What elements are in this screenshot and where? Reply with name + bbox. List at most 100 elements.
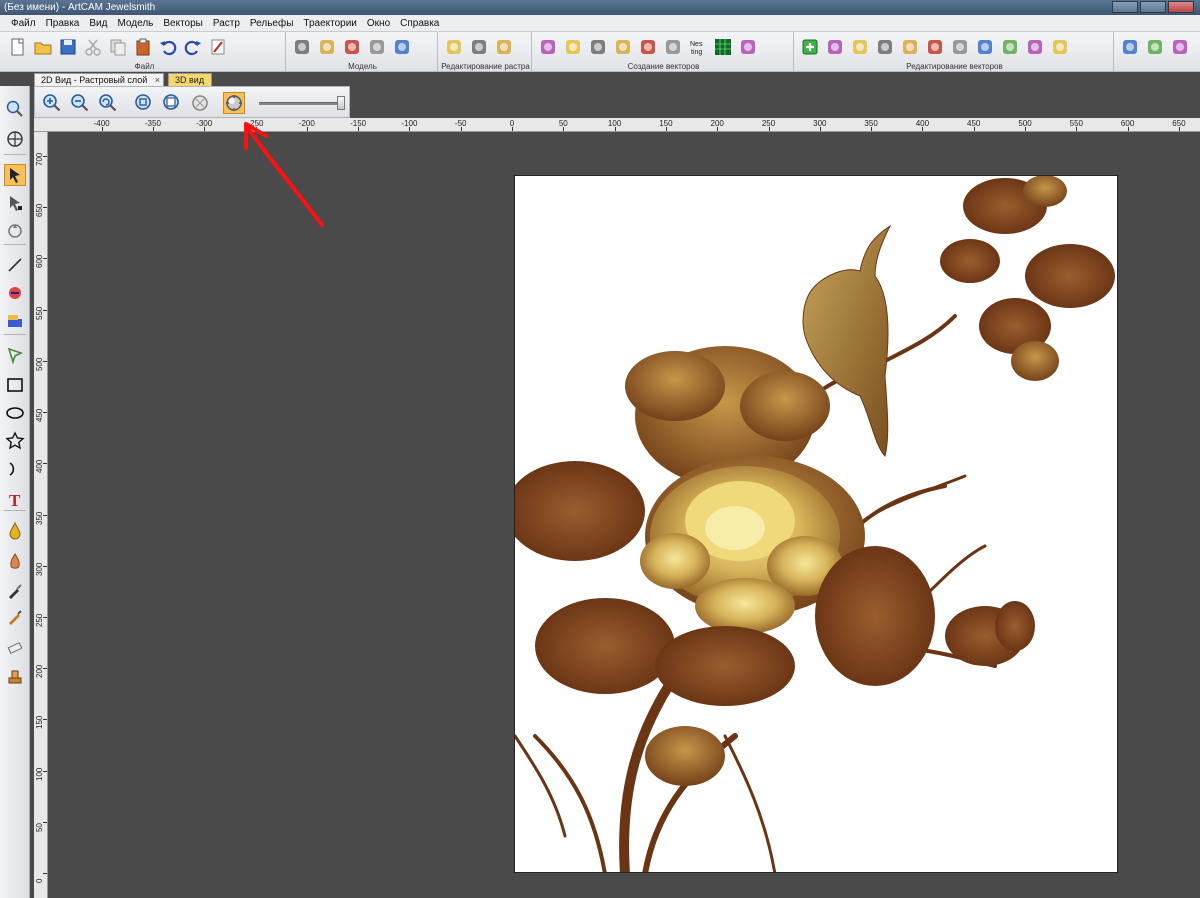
ruler-tick xyxy=(358,127,360,131)
vector-yellow-button[interactable] xyxy=(637,35,659,59)
new-file-button[interactable] xyxy=(7,35,29,59)
menu-item-8[interactable]: Окно xyxy=(362,15,395,32)
ruler-tick xyxy=(1025,127,1026,131)
menu-item-9[interactable]: Справка xyxy=(395,15,444,32)
raster-mask-button[interactable] xyxy=(493,35,515,59)
ruler-tick xyxy=(563,127,565,131)
tab-2d-view[interactable]: 2D Вид - Растровый слой × xyxy=(34,73,164,86)
copy-button[interactable] xyxy=(107,35,129,59)
save-disk-button[interactable] xyxy=(57,35,79,59)
nesting-button[interactable]: Nes ting xyxy=(687,35,709,59)
eraser-tool-button[interactable] xyxy=(4,636,26,658)
maximize-button[interactable] xyxy=(1140,1,1166,13)
spray-tool-button[interactable] xyxy=(4,550,26,572)
add-node-button[interactable] xyxy=(799,35,821,59)
raster-diamond-button[interactable] xyxy=(468,35,490,59)
vector-layers-button[interactable] xyxy=(662,35,684,59)
droplet-tool-button[interactable] xyxy=(4,520,26,542)
tab-3d-view[interactable]: 3D вид xyxy=(168,73,212,86)
vector-pen-button[interactable] xyxy=(612,35,634,59)
ellipse-tool-button[interactable] xyxy=(4,402,26,424)
tab-2d-view-label: 2D Вид - Растровый слой xyxy=(41,75,148,85)
model-red-paint-button[interactable] xyxy=(366,35,388,59)
cut-button[interactable] xyxy=(82,35,104,59)
vector-moon-button[interactable] xyxy=(562,35,584,59)
grid-button[interactable] xyxy=(712,35,734,59)
stamp-tool-button[interactable] xyxy=(4,666,26,688)
ruler-tick xyxy=(43,821,47,823)
zoom-fit-button[interactable] xyxy=(133,92,155,114)
undo-button[interactable] xyxy=(157,35,179,59)
menu-item-5[interactable]: Растр xyxy=(208,15,245,32)
triangle-button[interactable] xyxy=(924,35,946,59)
align-icon xyxy=(903,40,917,54)
zoom-all-button[interactable] xyxy=(189,92,211,114)
stack-button[interactable] xyxy=(737,35,759,59)
brush-tool-button[interactable] xyxy=(4,580,26,602)
menu-item-6[interactable]: Рельефы xyxy=(245,15,298,32)
redo-button[interactable] xyxy=(182,35,204,59)
vector-cross-button[interactable] xyxy=(587,35,609,59)
zoom-previous-button[interactable] xyxy=(97,92,119,114)
zoom-box-button[interactable] xyxy=(161,92,183,114)
minimize-button[interactable] xyxy=(1112,1,1138,13)
title-bar: (Без имени) - ArtCAM Jewelsmith xyxy=(0,0,1200,15)
gold-arrows-button[interactable] xyxy=(1144,35,1166,59)
paste-button[interactable] xyxy=(132,35,154,59)
shape-button[interactable] xyxy=(974,35,996,59)
star-tool-button[interactable] xyxy=(4,430,26,452)
zoom-out-button[interactable] xyxy=(69,92,91,114)
align-button[interactable] xyxy=(899,35,921,59)
raster-edit-button[interactable] xyxy=(443,35,465,59)
menu-item-4[interactable]: Векторы xyxy=(158,15,208,32)
model-blue-sphere-button[interactable] xyxy=(391,35,413,59)
offset-button[interactable] xyxy=(1024,35,1046,59)
menu-item-2[interactable]: Вид xyxy=(84,15,112,32)
wave-button[interactable] xyxy=(874,35,896,59)
menu-item-7[interactable]: Траектории xyxy=(298,15,361,32)
close-window-button[interactable] xyxy=(1168,1,1194,13)
blue-diamond-button[interactable] xyxy=(1119,35,1141,59)
group-button[interactable] xyxy=(949,35,971,59)
tab-3d-view-label: 3D вид xyxy=(175,75,205,85)
shading-slider-track[interactable] xyxy=(259,102,343,105)
ruler-tick xyxy=(614,127,616,131)
globe-tool-button[interactable] xyxy=(4,128,26,150)
notes-button[interactable] xyxy=(207,35,229,59)
zoom-previous-icon xyxy=(99,94,117,112)
bend-button[interactable] xyxy=(999,35,1021,59)
mirror-button[interactable] xyxy=(849,35,871,59)
shade-relief-button[interactable] xyxy=(223,92,245,114)
chain-icon xyxy=(1173,40,1187,54)
node-edit-tool-button[interactable] xyxy=(4,192,26,214)
select-arrow-tool-button[interactable] xyxy=(4,164,26,186)
select-arrow-icon xyxy=(10,168,20,183)
menu-item-3[interactable]: Модель xyxy=(112,15,158,32)
vector-layers-icon xyxy=(666,40,680,54)
menu-item-1[interactable]: Правка xyxy=(41,15,85,32)
text-tool-button[interactable]: T xyxy=(4,488,26,510)
line-tool-button[interactable] xyxy=(4,254,26,276)
chain-button[interactable] xyxy=(1169,35,1191,59)
design-canvas[interactable] xyxy=(49,133,1200,898)
tool-separator xyxy=(4,244,26,245)
model-silver-button[interactable] xyxy=(341,35,363,59)
arc-tool-button[interactable] xyxy=(4,458,26,480)
model-red-button[interactable] xyxy=(291,35,313,59)
transform-tool-button[interactable] xyxy=(4,220,26,242)
offset-icon xyxy=(1028,40,1042,54)
rectangle-tool-button[interactable] xyxy=(4,374,26,396)
crop-button[interactable] xyxy=(1049,35,1071,59)
zoom-tool-button[interactable] xyxy=(4,98,26,120)
vector-star-button[interactable] xyxy=(537,35,559,59)
vector-node-tool-button[interactable] xyxy=(4,344,26,366)
ring-button[interactable] xyxy=(824,35,846,59)
open-folder-button[interactable] xyxy=(32,35,54,59)
menu-item-0[interactable]: Файл xyxy=(6,15,41,32)
paint-tool-button[interactable] xyxy=(4,282,26,304)
eyedropper-tool-button[interactable] xyxy=(4,606,26,628)
fill-tool-button[interactable] xyxy=(4,310,26,332)
model-gold-button[interactable] xyxy=(316,35,338,59)
shading-slider-thumb[interactable] xyxy=(337,96,345,110)
zoom-in-button[interactable] xyxy=(41,92,63,114)
